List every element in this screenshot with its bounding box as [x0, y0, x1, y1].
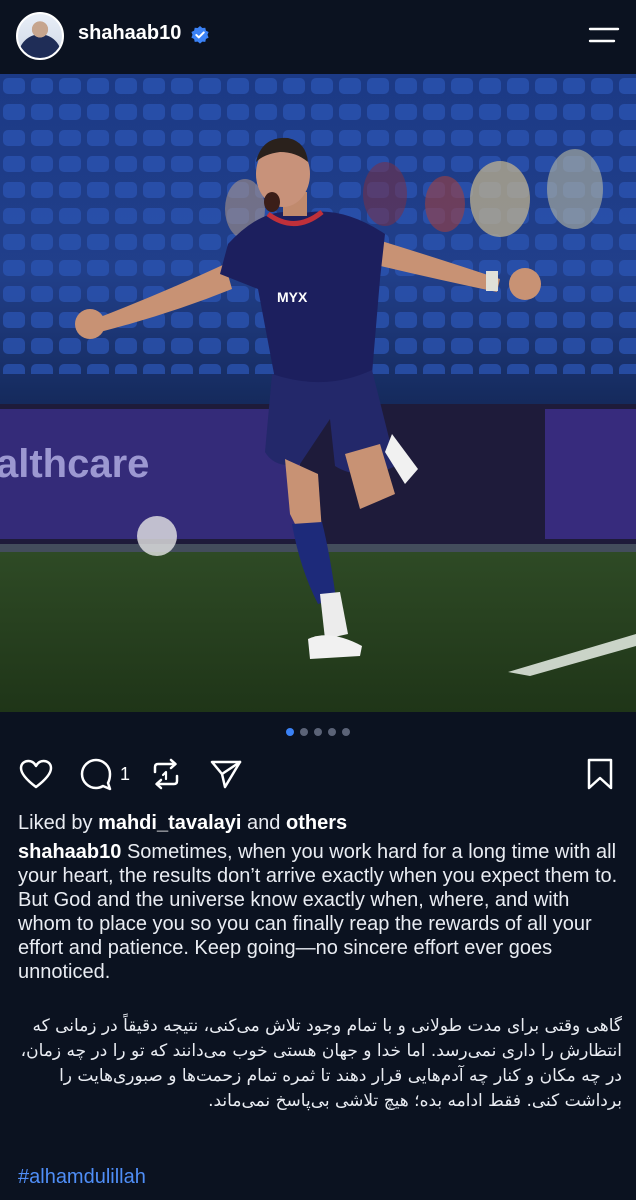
repost-icon — [153, 758, 179, 790]
comment-button[interactable] — [78, 756, 114, 792]
carousel-dot — [342, 728, 350, 736]
post-caption: shahaab10 Sometimes, when you work hard … — [18, 840, 622, 984]
carousel-dot — [328, 728, 336, 736]
hashtag-link[interactable]: #alhamdulillah — [18, 1166, 146, 1189]
post-header: shahaab10 — [0, 0, 636, 74]
save-button[interactable] — [582, 756, 618, 792]
post-image[interactable]: althcare MYX — [0, 74, 636, 712]
carousel-dot — [300, 728, 308, 736]
post-action-bar: 1 — [0, 756, 636, 792]
ad-board-text: althcare — [0, 442, 149, 486]
liked-by-line: Liked by mahdi_tavalayi and others — [18, 812, 347, 835]
carousel-dot-active — [286, 728, 294, 736]
jersey-sponsor-text: MYX — [277, 289, 308, 305]
football-celebration-photo: althcare MYX — [0, 74, 636, 712]
header-username[interactable]: shahaab10 — [78, 22, 181, 45]
hamburger-menu-icon[interactable] — [588, 24, 620, 46]
liked-by-prefix: Liked by — [18, 812, 93, 834]
carousel-indicator — [0, 728, 636, 738]
send-icon — [210, 760, 242, 789]
comment-count: 1 — [120, 764, 131, 784]
carousel-dot — [314, 728, 322, 736]
share-button[interactable] — [208, 756, 244, 792]
heart-icon — [19, 759, 53, 789]
like-button[interactable] — [18, 756, 54, 792]
liked-by-and: and — [247, 812, 281, 834]
profile-avatar[interactable] — [16, 12, 64, 60]
verified-badge-icon — [191, 26, 209, 44]
comment-icon — [80, 758, 112, 791]
liked-by-others[interactable]: others — [286, 812, 347, 834]
liked-by-user[interactable]: mahdi_tavalayi — [98, 812, 241, 834]
bookmark-icon — [587, 758, 613, 790]
caption-persian-text: گاهی وقتی برای مدت طولانی و با تمام وجود… — [20, 1016, 622, 1111]
repost-button[interactable] — [148, 756, 184, 792]
caption-username[interactable]: shahaab10 — [18, 841, 121, 863]
